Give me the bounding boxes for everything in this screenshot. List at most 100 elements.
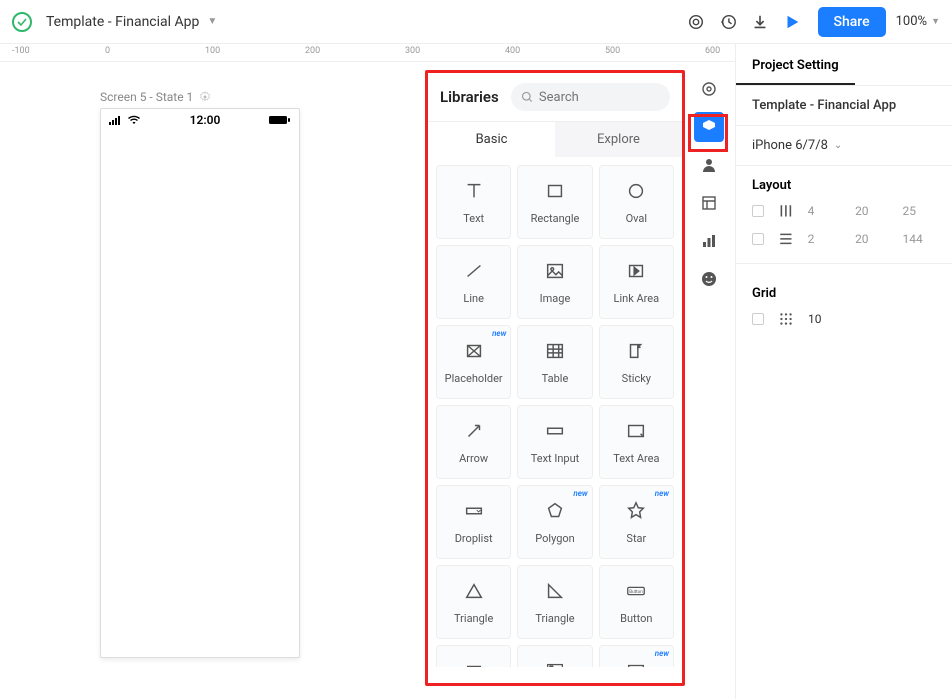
library-item-label: Arrow: [459, 452, 488, 465]
library-item-label: Star: [626, 532, 646, 545]
layout-heading: Layout: [736, 166, 952, 197]
tab-project-setting[interactable]: Project Setting: [736, 44, 855, 85]
library-item-droplist[interactable]: Droplist: [436, 485, 511, 559]
share-button[interactable]: Share: [818, 7, 886, 37]
library-item-label: Image: [540, 292, 571, 305]
library-item-label: Placeholder: [445, 372, 503, 385]
table-icon: [544, 340, 566, 366]
polygon-icon: [544, 500, 566, 526]
line-icon: [463, 260, 485, 286]
image-icon: [544, 260, 566, 286]
tab-explore[interactable]: Explore: [555, 122, 682, 157]
library-item-triangle[interactable]: Triangle: [436, 565, 511, 639]
checkbox[interactable]: [752, 205, 764, 217]
zoom-dropdown[interactable]: 100%▼: [896, 14, 940, 29]
library-item-label: Button: [620, 612, 652, 625]
library-item-button[interactable]: Button Button: [599, 565, 674, 639]
library-item-rectangle[interactable]: Rectangle: [517, 165, 592, 239]
library-item-triangle[interactable]: Triangle: [517, 565, 592, 639]
library-item-text[interactable]: Text: [436, 165, 511, 239]
device-name: iPhone 6/7/8: [752, 138, 828, 153]
phone-time: 12:00: [190, 113, 221, 127]
document-title[interactable]: Template - Financial App: [46, 14, 199, 30]
app-logo-icon: [12, 12, 32, 32]
libraries-title: Libraries: [440, 88, 499, 106]
library-item-label: Text: [463, 212, 484, 225]
libraries-panel: Libraries Basic Explore Text Rectangle Ova…: [425, 70, 685, 686]
grid-icon: [778, 311, 794, 327]
layout-tool-icon[interactable]: [694, 188, 724, 218]
library-item-text-area[interactable]: Text Area: [599, 405, 674, 479]
properties-panel: Project Setting Template - Financial App…: [735, 44, 952, 699]
library-item-video[interactable]: newVideo: [599, 645, 674, 667]
library-item-label: Oval: [626, 212, 647, 225]
data-tool-icon[interactable]: [694, 226, 724, 256]
triangle-icon: [544, 580, 566, 606]
library-item-image[interactable]: Image: [517, 245, 592, 319]
download-icon[interactable]: [744, 6, 776, 38]
library-item-arrow[interactable]: Arrow: [436, 405, 511, 479]
video-icon: [625, 660, 647, 668]
zoom-value: 100%: [896, 14, 927, 29]
components-tool-icon[interactable]: [694, 112, 724, 142]
text-input-icon: [544, 420, 566, 446]
tab-basic[interactable]: Basic: [428, 122, 555, 157]
library-item-label: Sticky: [622, 372, 651, 385]
library-item-label: Text Area: [613, 452, 659, 465]
library-item-line[interactable]: Line: [436, 245, 511, 319]
chevron-down-icon: ⌄: [834, 140, 842, 151]
link-area-icon: [625, 260, 647, 286]
screen-label[interactable]: Screen 5 - State 1: [100, 90, 211, 104]
library-item-label: Link Area: [614, 292, 660, 305]
library-item-label: Triangle: [535, 612, 574, 625]
checkbox[interactable]: [752, 313, 764, 325]
layout-row-rows[interactable]: 2 20 144: [736, 225, 952, 253]
library-item-star[interactable]: newStar: [599, 485, 674, 559]
phone-status-bar: 12:00: [101, 109, 299, 131]
play-icon[interactable]: [776, 6, 808, 38]
user-tool-icon[interactable]: [694, 150, 724, 180]
history-icon[interactable]: [712, 6, 744, 38]
signal-icon: [109, 115, 123, 125]
title-dropdown-icon[interactable]: ▼: [207, 16, 217, 27]
button-icon: Button: [625, 580, 647, 606]
arrow-icon: [463, 420, 485, 446]
svg-text:Button: Button: [630, 588, 644, 594]
library-item-text-input[interactable]: Text Input: [517, 405, 592, 479]
library-item-carousel[interactable]: Carousel: [436, 645, 511, 667]
emoji-tool-icon[interactable]: [694, 264, 724, 294]
search-input[interactable]: [539, 90, 660, 105]
checkbox[interactable]: [752, 233, 764, 245]
text-icon: [463, 180, 485, 206]
device-selector[interactable]: iPhone 6/7/8 ⌄: [736, 126, 952, 165]
star-icon: [625, 500, 647, 526]
library-item-label: Text Input: [531, 452, 580, 465]
search-field[interactable]: [511, 83, 670, 111]
library-item-browser[interactable]: Browser: [517, 645, 592, 667]
library-item-oval[interactable]: Oval: [599, 165, 674, 239]
triangle-icon: [463, 580, 485, 606]
library-item-placeholder[interactable]: newPlaceholder: [436, 325, 511, 399]
library-item-sticky[interactable]: Sticky: [599, 325, 674, 399]
target-tool-icon[interactable]: [694, 74, 724, 104]
target-icon[interactable]: [680, 6, 712, 38]
library-item-label: Droplist: [455, 532, 493, 545]
placeholder-icon: [463, 340, 485, 366]
browser-icon: [544, 660, 566, 668]
phone-mockup[interactable]: 12:00: [100, 108, 300, 658]
sticky-icon: [625, 340, 647, 366]
library-item-label: Triangle: [454, 612, 493, 625]
droplist-icon: [463, 500, 485, 526]
battery-icon: [269, 115, 291, 125]
oval-icon: [625, 180, 647, 206]
library-item-link-area[interactable]: Link Area: [599, 245, 674, 319]
library-item-polygon[interactable]: newPolygon: [517, 485, 592, 559]
gear-icon[interactable]: [199, 91, 211, 103]
library-item-table[interactable]: Table: [517, 325, 592, 399]
grid-row[interactable]: 10: [736, 305, 952, 333]
library-item-label: Rectangle: [531, 212, 580, 225]
text-area-icon: [625, 420, 647, 446]
carousel-icon: [463, 660, 485, 668]
layout-row-columns[interactable]: 4 20 25: [736, 197, 952, 225]
search-icon: [521, 90, 533, 104]
